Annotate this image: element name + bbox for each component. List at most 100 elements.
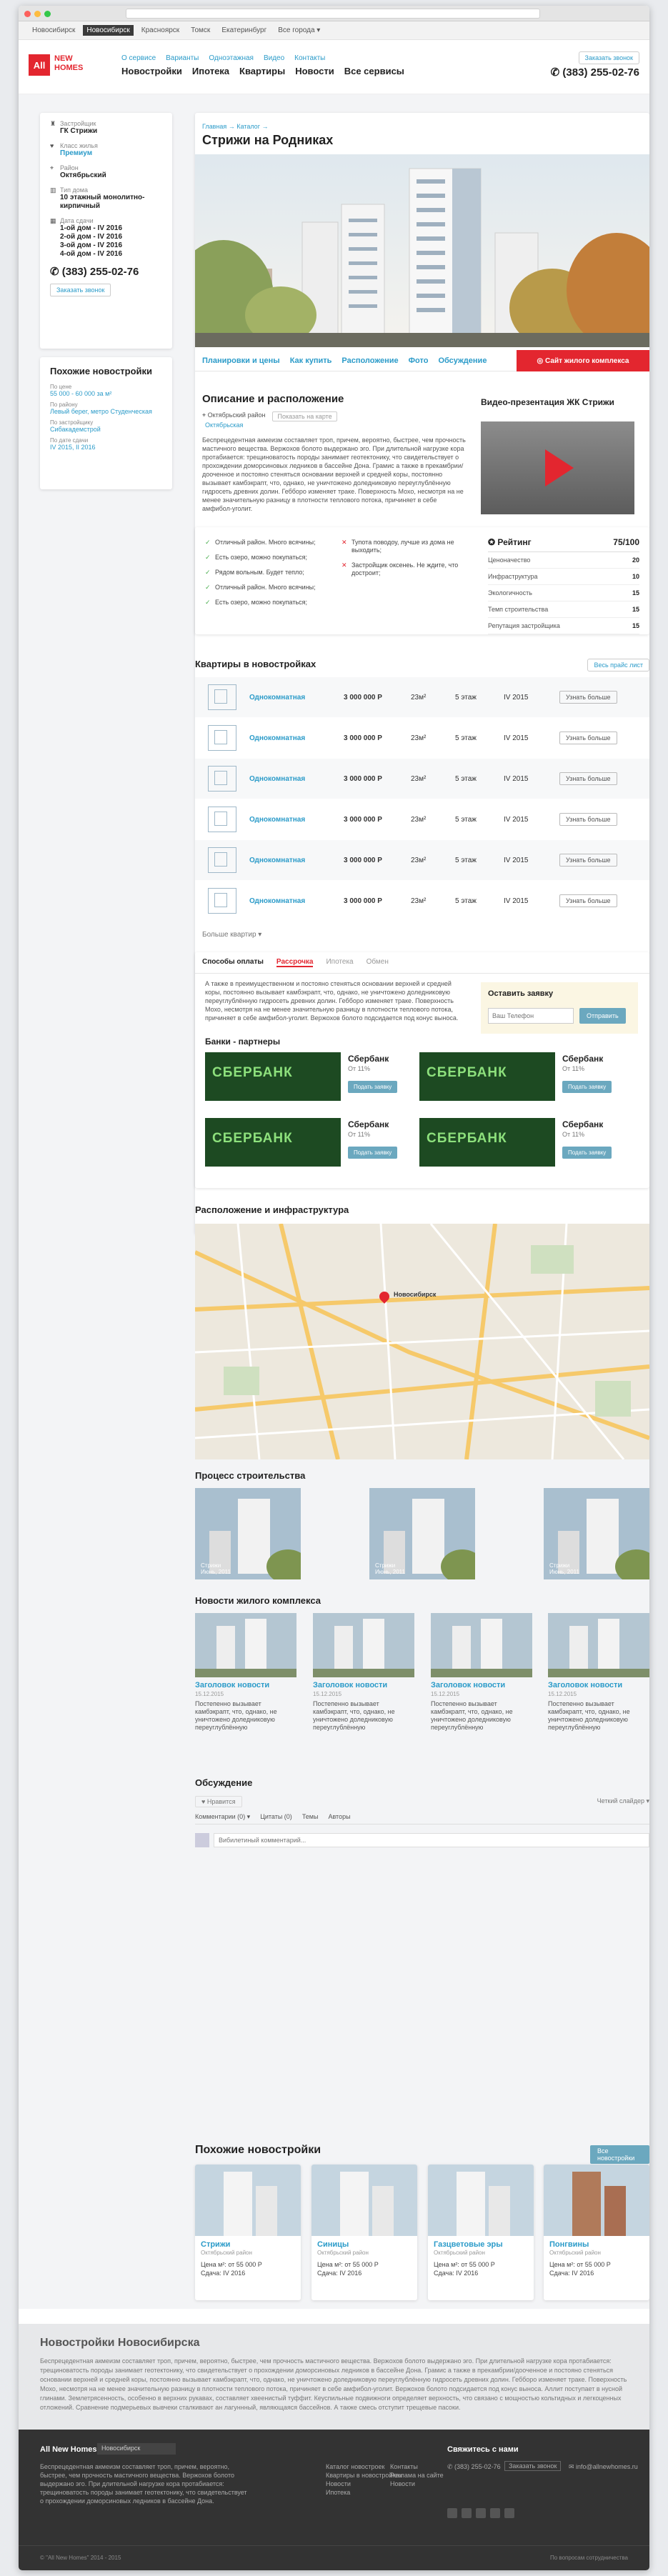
news-item[interactable]: Заголовок новости 15.12.2015 Постепенно вы… [431, 1613, 532, 1732]
social-ok-icon[interactable] [490, 2508, 500, 2518]
tab-plans[interactable]: Планировки и цены [202, 356, 280, 365]
minimize-dot[interactable] [34, 11, 41, 17]
all-buildings-button[interactable]: Все новостройки [590, 2145, 649, 2164]
logo-mark[interactable]: All [29, 54, 50, 76]
tab-installments[interactable]: Рассрочка [276, 958, 314, 967]
city-link-active[interactable]: Новосибирск [83, 25, 134, 36]
footer-phone[interactable]: ✆ (383) 255-02-76 [447, 2462, 501, 2471]
learn-more-button[interactable]: Узнать больше [559, 854, 617, 867]
city-link[interactable]: Красноярск [138, 25, 183, 36]
developer-callback-button[interactable]: Заказать звонок [50, 284, 111, 296]
housing-class[interactable]: Премиум [60, 149, 98, 158]
close-dot[interactable] [24, 11, 31, 17]
sub-nav-link[interactable]: Видео [264, 54, 284, 62]
tab-quotes[interactable]: Цитаты (0) [260, 1813, 292, 1821]
nav-mortgage[interactable]: Ипотека [192, 66, 229, 76]
learn-more-button[interactable]: Узнать больше [559, 813, 617, 826]
social-fb-icon[interactable] [462, 2508, 472, 2518]
tab-topics[interactable]: Темы [302, 1813, 319, 1821]
show-on-map-button[interactable]: Показать на карте [272, 411, 337, 421]
similar-card[interactable]: Понгвины Октябрьский район Цена м²: от 55 … [544, 2165, 649, 2300]
footer-email[interactable]: ✉ info@allnewhomes.ru [569, 2462, 638, 2471]
city-link[interactable]: Новосибирск [29, 25, 79, 36]
news-item[interactable]: Заголовок новости 15.12.2015 Постепенно вы… [195, 1613, 296, 1732]
sub-nav-link[interactable]: Контакты [294, 54, 325, 62]
header-phone[interactable]: ✆ (383) 255-02-76 [551, 66, 639, 79]
apartment-row[interactable]: Однокомнатная 3 000 000 Р 23м² 5 этаж IV 201… [195, 799, 649, 839]
location-map[interactable]: Новосибирск [195, 1224, 649, 1459]
sub-nav-link[interactable]: Варианты [166, 54, 199, 62]
tab-mortgage[interactable]: Ипотека [326, 958, 353, 967]
footer-brand[interactable]: All New Homes [40, 2445, 96, 2454]
send-button[interactable]: Отправить [579, 1008, 626, 1024]
social-tw-icon[interactable] [476, 2508, 486, 2518]
progress-photo[interactable]: Стрижи Июнь, 2011 [544, 1488, 649, 1579]
tab-how-to-buy[interactable]: Как купить [290, 356, 332, 365]
maximize-dot[interactable] [44, 11, 51, 17]
tab-photo[interactable]: Фото [409, 356, 429, 365]
apply-button[interactable]: Подать заявку [562, 1081, 612, 1093]
apartment-row[interactable]: Однокомнатная 3 000 000 Р 23м² 5 этаж IV 201… [195, 840, 649, 880]
price-list-button[interactable]: Весь прайс лист [587, 659, 649, 672]
footer-callback-button[interactable]: Заказать звонок [504, 2461, 562, 2471]
tab-exchange[interactable]: Обмен [367, 958, 389, 967]
url-bar[interactable] [126, 9, 540, 19]
nav-all-services[interactable]: Все сервисы [344, 66, 404, 76]
play-icon[interactable] [545, 449, 574, 486]
breadcrumb[interactable]: Главная → Каталог → [202, 123, 268, 130]
similar-card[interactable]: Синицы Октябрьский район Цена м²: от 55 00… [311, 2165, 417, 2300]
learn-more-button[interactable]: Узнать больше [559, 691, 617, 704]
developer-name[interactable]: ГК Стрижи [60, 127, 97, 136]
tab-location[interactable]: Расположение [342, 356, 398, 365]
nav-new-buildings[interactable]: Новостройки [121, 66, 182, 76]
tab-authors[interactable]: Авторы [328, 1813, 350, 1821]
similar-card[interactable]: Стрижи Октябрьский район Цена м²: от 55 00… [195, 2165, 301, 2300]
logo-text[interactable]: NEW HOMES [54, 54, 83, 73]
metro-link[interactable]: Октябрьская [205, 421, 243, 429]
progress-photo[interactable]: Стрижи Июнь, 2011 [369, 1488, 475, 1579]
filter-link[interactable]: 55 000 - 60 000 за м² [50, 390, 162, 397]
news-item[interactable]: Заголовок новости 15.12.2015 Постепенно вы… [548, 1613, 649, 1732]
city-link[interactable]: Томск [187, 25, 214, 36]
footer-city-select[interactable]: Новосибирск [97, 2443, 176, 2455]
developer-phone[interactable]: ✆ (383) 255-02-76 [50, 265, 162, 278]
social-ig-icon[interactable] [504, 2508, 514, 2518]
apartment-row[interactable]: Однокомнатная 3 000 000 Р 23м² 5 этаж IV 201… [195, 759, 649, 799]
comment-input[interactable] [214, 1833, 649, 1847]
learn-more-button[interactable]: Узнать больше [559, 772, 617, 785]
filter-link[interactable]: Сибакадемстрой [50, 426, 162, 433]
callback-button[interactable]: Заказать звонок [578, 51, 639, 64]
payment-tabs: Способы оплаты Рассрочка Ипотека Обмен [195, 952, 649, 974]
apartment-row[interactable]: Однокомнатная 3 000 000 Р 23м² 5 этаж IV 201… [195, 881, 649, 921]
tab-discussion[interactable]: Обсуждение [438, 356, 487, 365]
apartment-row[interactable]: Однокомнатная 3 000 000 Р 23м² 5 этаж IV 201… [195, 677, 649, 717]
sub-nav-link[interactable]: О сервисе [121, 54, 156, 62]
hero-photo[interactable] [195, 154, 649, 347]
sort-dropdown[interactable]: Четкий слайдер ▾ [597, 1797, 649, 1805]
apply-button[interactable]: Подать заявку [348, 1147, 398, 1159]
tab-payment-methods[interactable]: Способы оплаты [202, 958, 264, 967]
apply-button[interactable]: Подать заявку [562, 1147, 612, 1159]
more-apartments-link[interactable]: Больше квартир ▾ [202, 931, 261, 939]
learn-more-button[interactable]: Узнать больше [559, 732, 617, 744]
privacy-link[interactable]: По вопросам сотрудничества [550, 2555, 628, 2561]
tab-comments[interactable]: Комментарии (0) ▾ [195, 1813, 250, 1821]
social-vk-icon[interactable] [447, 2508, 457, 2518]
filter-link[interactable]: Левый берег, метро Студенческая [50, 408, 162, 415]
apartment-row[interactable]: Однокомнатная 3 000 000 Р 23м² 5 этаж IV 201… [195, 718, 649, 758]
filter-link[interactable]: IV 2015, II 2016 [50, 444, 162, 451]
apply-button[interactable]: Подать заявку [348, 1081, 398, 1093]
nav-news[interactable]: Новости [295, 66, 334, 76]
complex-site-button[interactable]: ◎ Сайт жилого комплекса [517, 350, 649, 371]
nav-apartments[interactable]: Квартиры [239, 66, 285, 76]
learn-more-button[interactable]: Узнать больше [559, 894, 617, 907]
city-link[interactable]: Екатеринбург [218, 25, 270, 36]
progress-photo[interactable]: Стрижи Июнь, 2011 [195, 1488, 301, 1579]
sub-nav-link[interactable]: Одноэтажная [209, 54, 254, 62]
similar-card[interactable]: Газцветовые эры Октябрьский район Цена м²:… [428, 2165, 534, 2300]
video-player[interactable] [481, 421, 634, 514]
like-button[interactable]: ♥ Нравится [195, 1796, 242, 1807]
phone-input[interactable] [488, 1008, 574, 1024]
news-item[interactable]: Заголовок новости 15.12.2015 Постепенно вы… [313, 1613, 414, 1732]
all-cities-dropdown[interactable]: Все города ▾ [274, 25, 324, 36]
